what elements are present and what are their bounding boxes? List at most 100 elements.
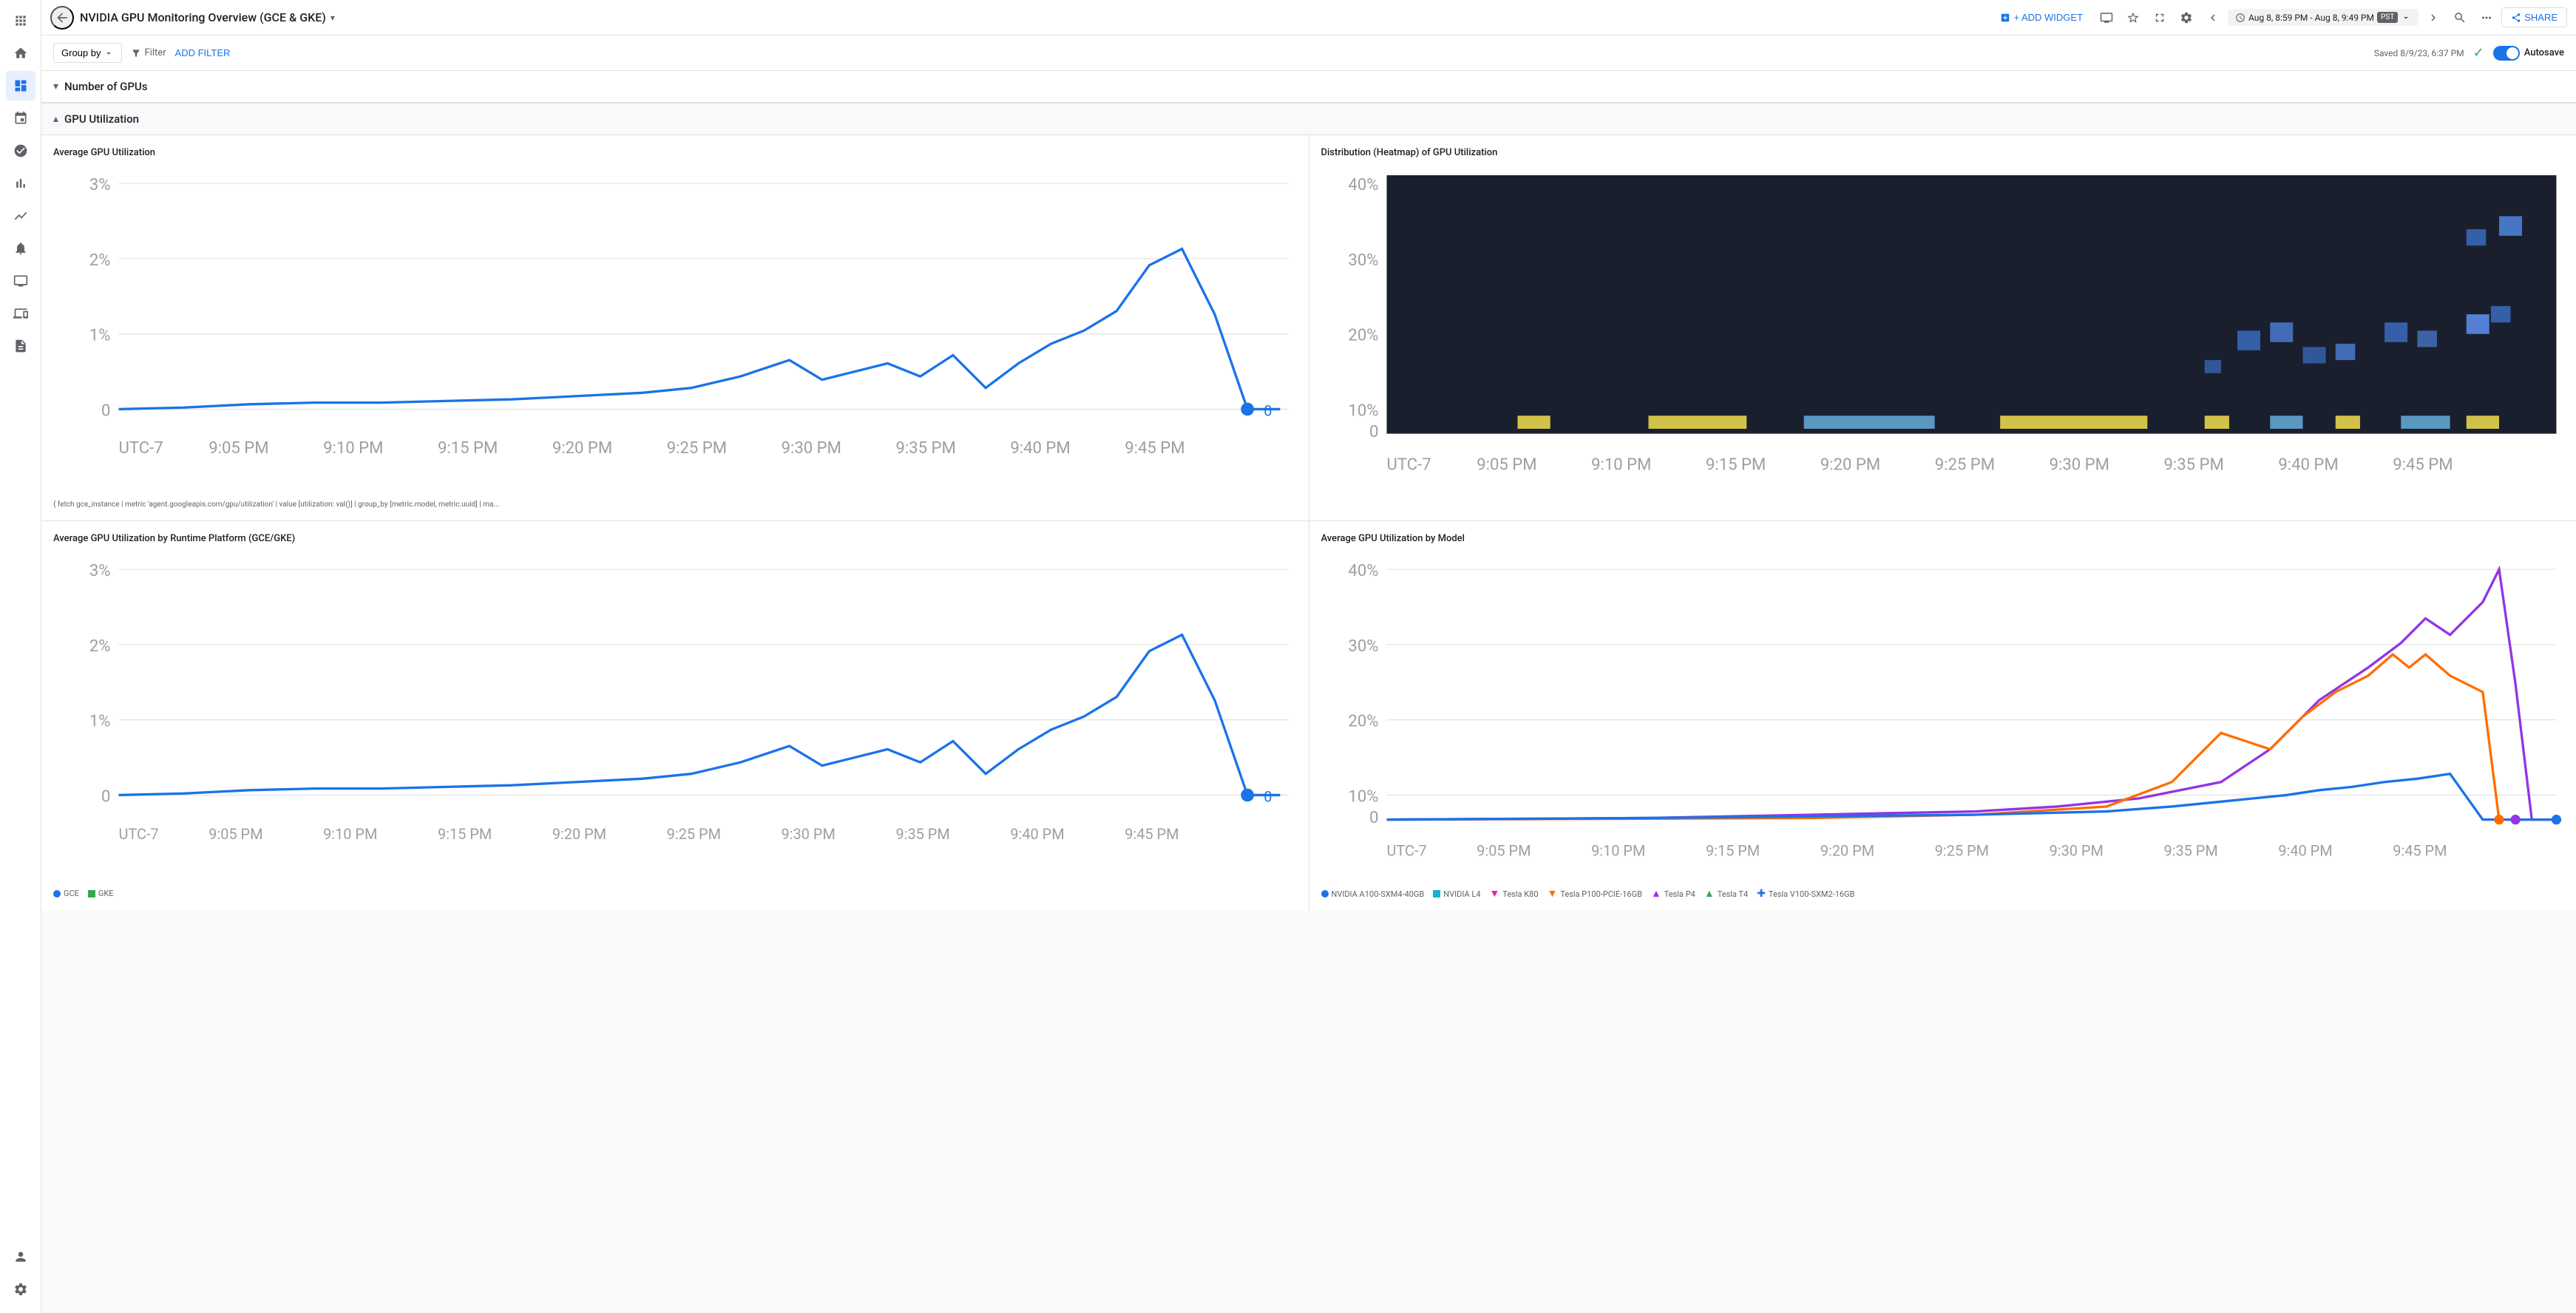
legend-dot-a100 [1321,890,1329,898]
add-widget-button[interactable]: + ADD WIDGET [1994,7,2089,27]
header-actions: Aug 8, 8:59 PM - Aug 8, 9:49 PM PST SHAR… [2095,6,2567,30]
top-bar: NVIDIA GPU Monitoring Overview (GCE & GK… [41,0,2576,35]
legend-square-l4 [1433,890,1440,898]
filter-button[interactable]: Filter [131,47,166,58]
svg-text:1%: 1% [89,711,111,730]
svg-text:9:10 PM: 9:10 PM [1591,455,1651,474]
sidebar-icon-metrics[interactable] [6,169,35,198]
sidebar-icon-display[interactable] [6,266,35,296]
section-number-of-gpus: ▾ Number of GPUs [41,71,2576,104]
svg-text:9:20 PM: 9:20 PM [1820,842,1874,859]
sidebar-icon-logs[interactable] [6,331,35,361]
next-time-button[interactable] [2421,6,2445,30]
chart-svg-heatmap: 40% 30% 20% 10% 0 UTC-7 9:05 PM 9:10 PM … [1321,167,2565,495]
timezone-badge: PST [2377,12,2398,23]
share-button[interactable]: SHARE [2501,7,2567,27]
sidebar-icon-home[interactable] [6,38,35,68]
sidebar-icon-profiler[interactable] [6,136,35,166]
dashboard-body: ▾ Number of GPUs ▴ GPU Utilization Avera… [41,71,2576,1313]
sidebar-icon-dashboard[interactable] [6,71,35,101]
svg-text:9:20 PM: 9:20 PM [1820,455,1880,474]
svg-text:9:40 PM: 9:40 PM [1010,438,1070,458]
svg-text:9:05 PM: 9:05 PM [209,438,268,458]
fullscreen-button[interactable] [2148,6,2172,30]
legend-v100: ✚ Tesla V100-SXM2-16GB [1757,889,1854,899]
back-button[interactable] [50,6,74,30]
sidebar-icon-alerts[interactable] [6,234,35,263]
section-header-gpu-util[interactable]: ▴ GPU Utilization [41,104,2576,135]
chart-avg-gpu-util: Average GPU Utilization 3% 2% [41,135,1309,520]
svg-text:9:45 PM: 9:45 PM [1125,438,1184,458]
sidebar-icon-traces[interactable] [6,104,35,133]
svg-text:9:10 PM: 9:10 PM [323,826,377,843]
section-header-num-gpus[interactable]: ▾ Number of GPUs [41,71,2576,103]
settings-button[interactable] [2175,6,2198,30]
svg-text:9:35 PM: 9:35 PM [895,826,949,843]
svg-text:3%: 3% [89,175,111,194]
svg-text:10%: 10% [1348,401,1378,420]
sidebar-icon-apps[interactable] [6,6,35,35]
svg-text:20%: 20% [1348,326,1378,345]
chart-title-avg-gpu: Average GPU Utilization [53,147,1297,158]
svg-text:1%: 1% [89,326,111,345]
sidebar-icon-settings[interactable] [6,1275,35,1304]
prev-time-button[interactable] [2201,6,2225,30]
svg-text:9:10 PM: 9:10 PM [1591,842,1645,859]
svg-text:9:10 PM: 9:10 PM [323,438,383,458]
star-button[interactable] [2121,6,2145,30]
svg-text:9:45 PM: 9:45 PM [2393,842,2447,859]
svg-text:0: 0 [1369,422,1378,441]
chart-title-runtime: Average GPU Utilization by Runtime Platf… [53,533,1297,544]
svg-text:0: 0 [101,401,110,420]
svg-text:30%: 30% [1348,636,1378,655]
sidebar-icon-user[interactable] [6,1242,35,1272]
time-range-selector[interactable]: Aug 8, 8:59 PM - Aug 8, 9:49 PM PST [2228,9,2419,26]
chart-svg-model: 40% 30% 20% 10% 0 UTC-7 9:05 PM 9:10 PM … [1321,553,2565,881]
tv-mode-button[interactable] [2095,6,2118,30]
chart-avg-gpu-model: Average GPU Utilization by Model 40% 30%… [1309,521,2576,912]
group-by-button[interactable]: Group by [53,43,122,63]
sidebar-icon-anomaly[interactable] [6,201,35,231]
legend-p100: ▼ Tesla P100-PCIE-16GB [1548,889,1642,899]
chart-title-heatmap: Distribution (Heatmap) of GPU Utilizatio… [1321,147,2565,158]
svg-text:40%: 40% [1348,560,1378,580]
svg-text:9:05 PM: 9:05 PM [1477,455,1536,474]
svg-text:9:25 PM: 9:25 PM [667,826,721,843]
section-toggle-num-gpus: ▾ [53,81,58,92]
svg-text:2%: 2% [89,636,111,655]
legend-gce: GCE [53,889,79,898]
title-dropdown-arrow: ▾ [331,13,335,23]
svg-text:9:20 PM: 9:20 PM [552,438,612,458]
chart-area-heatmap: 40% 30% 20% 10% 0 UTC-7 9:05 PM 9:10 PM … [1321,167,2565,498]
svg-text:9:05 PM: 9:05 PM [209,826,262,843]
svg-text:9:40 PM: 9:40 PM [1010,826,1064,843]
svg-text:UTC-7: UTC-7 [1386,455,1431,474]
legend-dot-gce [53,890,61,898]
svg-text:9:45 PM: 9:45 PM [2393,455,2453,474]
chart-footer-avg-gpu: { fetch gce_instance | metric 'agent.goo… [53,501,1297,509]
autosave-toggle[interactable]: Autosave [2493,46,2564,61]
autosave-switch[interactable] [2493,46,2520,61]
svg-text:0: 0 [1369,808,1378,827]
section-title-gpu-util: GPU Utilization [64,112,139,126]
svg-text:UTC-7: UTC-7 [1386,842,1426,859]
svg-text:UTC-7: UTC-7 [119,826,159,843]
dashboard-title[interactable]: NVIDIA GPU Monitoring Overview (GCE & GK… [80,10,1988,24]
chart-area-avg-gpu: 3% 2% 1% 0 UTC-7 9:05 PM 9:10 PM 9:15 PM… [53,167,1297,498]
sidebar-icon-compute[interactable] [6,299,35,328]
svg-text:10%: 10% [1348,787,1378,806]
svg-text:9:30 PM: 9:30 PM [782,438,841,458]
legend-marker-t4: ▲ [1704,889,1715,899]
svg-text:9:40 PM: 9:40 PM [2278,455,2338,474]
svg-text:0: 0 [1264,402,1272,419]
add-filter-button[interactable]: ADD FILTER [175,47,231,58]
toggle-knob [2506,47,2518,59]
chart-title-model: Average GPU Utilization by Model [1321,533,2565,544]
search-time-button[interactable] [2448,6,2472,30]
chart-heatmap: Distribution (Heatmap) of GPU Utilizatio… [1309,135,2576,520]
legend-marker-v100: ✚ [1757,889,1766,899]
legend-k80: ▼ Tesla K80 [1489,889,1538,899]
section-gpu-utilization: ▴ GPU Utilization Average GPU Utilizatio… [41,104,2576,911]
more-options-button[interactable] [2475,6,2498,30]
svg-text:UTC-7: UTC-7 [119,438,163,458]
